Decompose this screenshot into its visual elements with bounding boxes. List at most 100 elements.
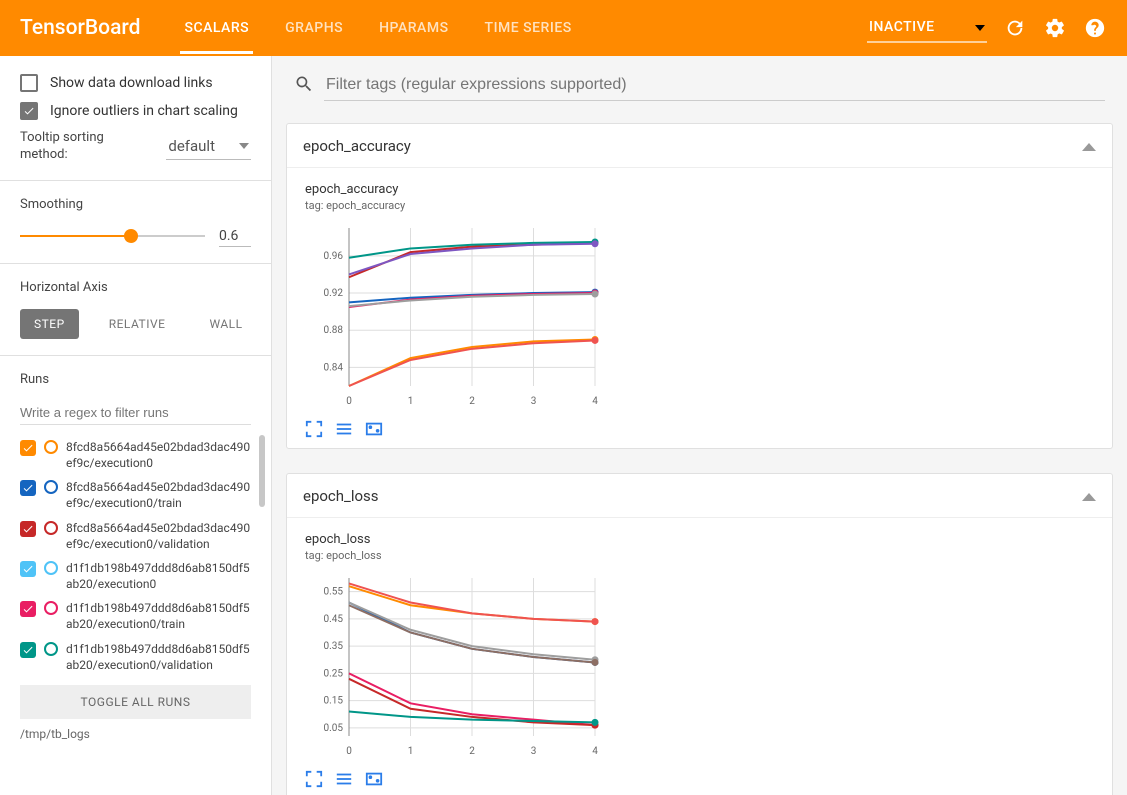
chart: epoch_loss tag: epoch_loss 0 1 2 3 4 0.05 0.15…	[305, 532, 1094, 788]
chevron-up-icon	[1082, 136, 1096, 155]
tooltip-sort-select[interactable]: default	[166, 133, 251, 160]
chart-plot[interactable]: 0 1 2 3 4 0.05 0.15 0.25 0.35 0.45 0.55	[305, 570, 605, 760]
show-download-checkbox[interactable]	[20, 74, 38, 92]
run-checkbox[interactable]	[20, 561, 36, 577]
nav-tabs: SCALARS GRAPHS HPARAMS TIME SERIES	[180, 2, 575, 54]
run-color-icon	[44, 601, 58, 615]
svg-text:0.15: 0.15	[324, 696, 344, 707]
chevron-down-icon	[239, 143, 249, 149]
show-download-label: Show data download links	[50, 75, 213, 91]
run-item: 8fcd8a5664ad45e02bdad3dac490ef9c/executi…	[20, 475, 251, 515]
run-color-icon	[44, 642, 58, 656]
axis-relative-button[interactable]: RELATIVE	[95, 309, 180, 339]
help-icon[interactable]	[1083, 16, 1107, 40]
fit-domain-icon[interactable]	[365, 420, 383, 438]
run-item: 8fcd8a5664ad45e02bdad3dac490ef9c/executi…	[20, 435, 251, 475]
log-path: /tmp/tb_logs	[20, 727, 251, 741]
runs-list: 8fcd8a5664ad45e02bdad3dac490ef9c/executi…	[20, 435, 251, 677]
svg-text:4: 4	[592, 396, 598, 407]
run-item: d1f1db198b497ddd8d6ab8150df5ab20/executi…	[20, 596, 251, 636]
chart-tag: tag: epoch_accuracy	[305, 199, 1094, 212]
main-content: epoch_accuracy epoch_accuracy tag: epoch…	[272, 56, 1127, 795]
card-title: epoch_accuracy	[303, 137, 411, 155]
logo: TensorBoard	[20, 16, 140, 40]
run-checkbox[interactable]	[20, 521, 36, 537]
svg-text:3: 3	[531, 746, 537, 757]
run-item: 8fcd8a5664ad45e02bdad3dac490ef9c/executi…	[20, 516, 251, 556]
tooltip-sort-label: Tooltip sorting method:	[20, 130, 140, 164]
run-name: 8fcd8a5664ad45e02bdad3dac490ef9c/executi…	[66, 479, 251, 511]
log-scale-icon[interactable]	[335, 420, 353, 438]
ignore-outliers-label: Ignore outliers in chart scaling	[50, 103, 238, 119]
scrollbar-thumb[interactable]	[259, 435, 265, 507]
run-color-icon	[44, 561, 58, 575]
tab-time-series[interactable]: TIME SERIES	[481, 2, 576, 54]
svg-text:0: 0	[346, 396, 352, 407]
run-item: d1f1db198b497ddd8d6ab8150df5ab20/executi…	[20, 637, 251, 677]
chart-plot[interactable]: 0 1 2 3 4 0.84 0.88 0.92 0.96	[305, 220, 605, 410]
svg-text:1: 1	[408, 396, 414, 407]
svg-text:0.96: 0.96	[324, 251, 344, 262]
svg-text:0.45: 0.45	[324, 614, 344, 625]
svg-text:2: 2	[469, 746, 475, 757]
axis-step-button[interactable]: STEP	[20, 309, 79, 339]
svg-text:0: 0	[346, 746, 352, 757]
svg-text:0.05: 0.05	[324, 723, 344, 734]
run-checkbox[interactable]	[20, 601, 36, 617]
scalar-card: epoch_accuracy epoch_accuracy tag: epoch…	[286, 123, 1113, 449]
tab-graphs[interactable]: GRAPHS	[281, 2, 347, 54]
scalar-card: epoch_loss epoch_loss tag: epoch_loss 0 1…	[286, 473, 1113, 795]
app-header: TensorBoard SCALARS GRAPHS HPARAMS TIME …	[0, 0, 1127, 56]
tooltip-sort-value: default	[168, 137, 215, 155]
svg-text:4: 4	[592, 746, 598, 757]
chevron-up-icon	[1082, 486, 1096, 505]
axis-wall-button[interactable]: WALL	[195, 309, 256, 339]
run-name: d1f1db198b497ddd8d6ab8150df5ab20/executi…	[66, 600, 251, 632]
expand-icon[interactable]	[305, 770, 323, 788]
run-item: d1f1db198b497ddd8d6ab8150df5ab20/executi…	[20, 556, 251, 596]
run-checkbox[interactable]	[20, 440, 36, 456]
svg-text:0.92: 0.92	[324, 288, 344, 299]
svg-text:0.55: 0.55	[324, 587, 344, 598]
chart-title: epoch_loss	[305, 532, 1094, 547]
runs-label: Runs	[20, 372, 251, 387]
tab-hparams[interactable]: HPARAMS	[375, 2, 452, 54]
runs-filter-input[interactable]	[20, 401, 251, 425]
refresh-icon[interactable]	[1003, 16, 1027, 40]
chart-tag: tag: epoch_loss	[305, 549, 1094, 562]
status-dropdown[interactable]: INACTIVE	[867, 13, 987, 43]
smoothing-value[interactable]: 0.6	[219, 226, 251, 247]
sidebar: Show data download links Ignore outliers…	[0, 56, 272, 795]
settings-icon[interactable]	[1043, 16, 1067, 40]
toggle-all-runs-button[interactable]: TOGGLE ALL RUNS	[20, 685, 251, 719]
run-name: d1f1db198b497ddd8d6ab8150df5ab20/executi…	[66, 560, 251, 592]
svg-text:0.88: 0.88	[324, 325, 344, 336]
axis-label: Horizontal Axis	[20, 280, 251, 295]
run-name: d1f1db198b497ddd8d6ab8150df5ab20/executi…	[66, 641, 251, 673]
run-checkbox[interactable]	[20, 642, 36, 658]
run-checkbox[interactable]	[20, 480, 36, 496]
card-header[interactable]: epoch_accuracy	[287, 124, 1112, 168]
status-label: INACTIVE	[869, 19, 935, 35]
svg-text:0.84: 0.84	[324, 362, 344, 373]
fit-domain-icon[interactable]	[365, 770, 383, 788]
svg-text:2: 2	[469, 396, 475, 407]
run-color-icon	[44, 521, 58, 535]
svg-text:3: 3	[531, 396, 537, 407]
card-header[interactable]: epoch_loss	[287, 474, 1112, 518]
log-scale-icon[interactable]	[335, 770, 353, 788]
expand-icon[interactable]	[305, 420, 323, 438]
smoothing-label: Smoothing	[20, 197, 251, 212]
search-icon	[294, 74, 314, 98]
svg-text:0.35: 0.35	[324, 641, 344, 652]
run-name: 8fcd8a5664ad45e02bdad3dac490ef9c/executi…	[66, 520, 251, 552]
chart-title: epoch_accuracy	[305, 182, 1094, 197]
tab-scalars[interactable]: SCALARS	[180, 2, 253, 54]
card-title: epoch_loss	[303, 487, 379, 505]
svg-text:1: 1	[408, 746, 414, 757]
filter-tags-input[interactable]	[324, 70, 1105, 101]
run-color-icon	[44, 440, 58, 454]
svg-text:0.25: 0.25	[324, 668, 344, 679]
ignore-outliers-checkbox[interactable]	[20, 102, 38, 120]
smoothing-slider[interactable]	[20, 228, 205, 244]
